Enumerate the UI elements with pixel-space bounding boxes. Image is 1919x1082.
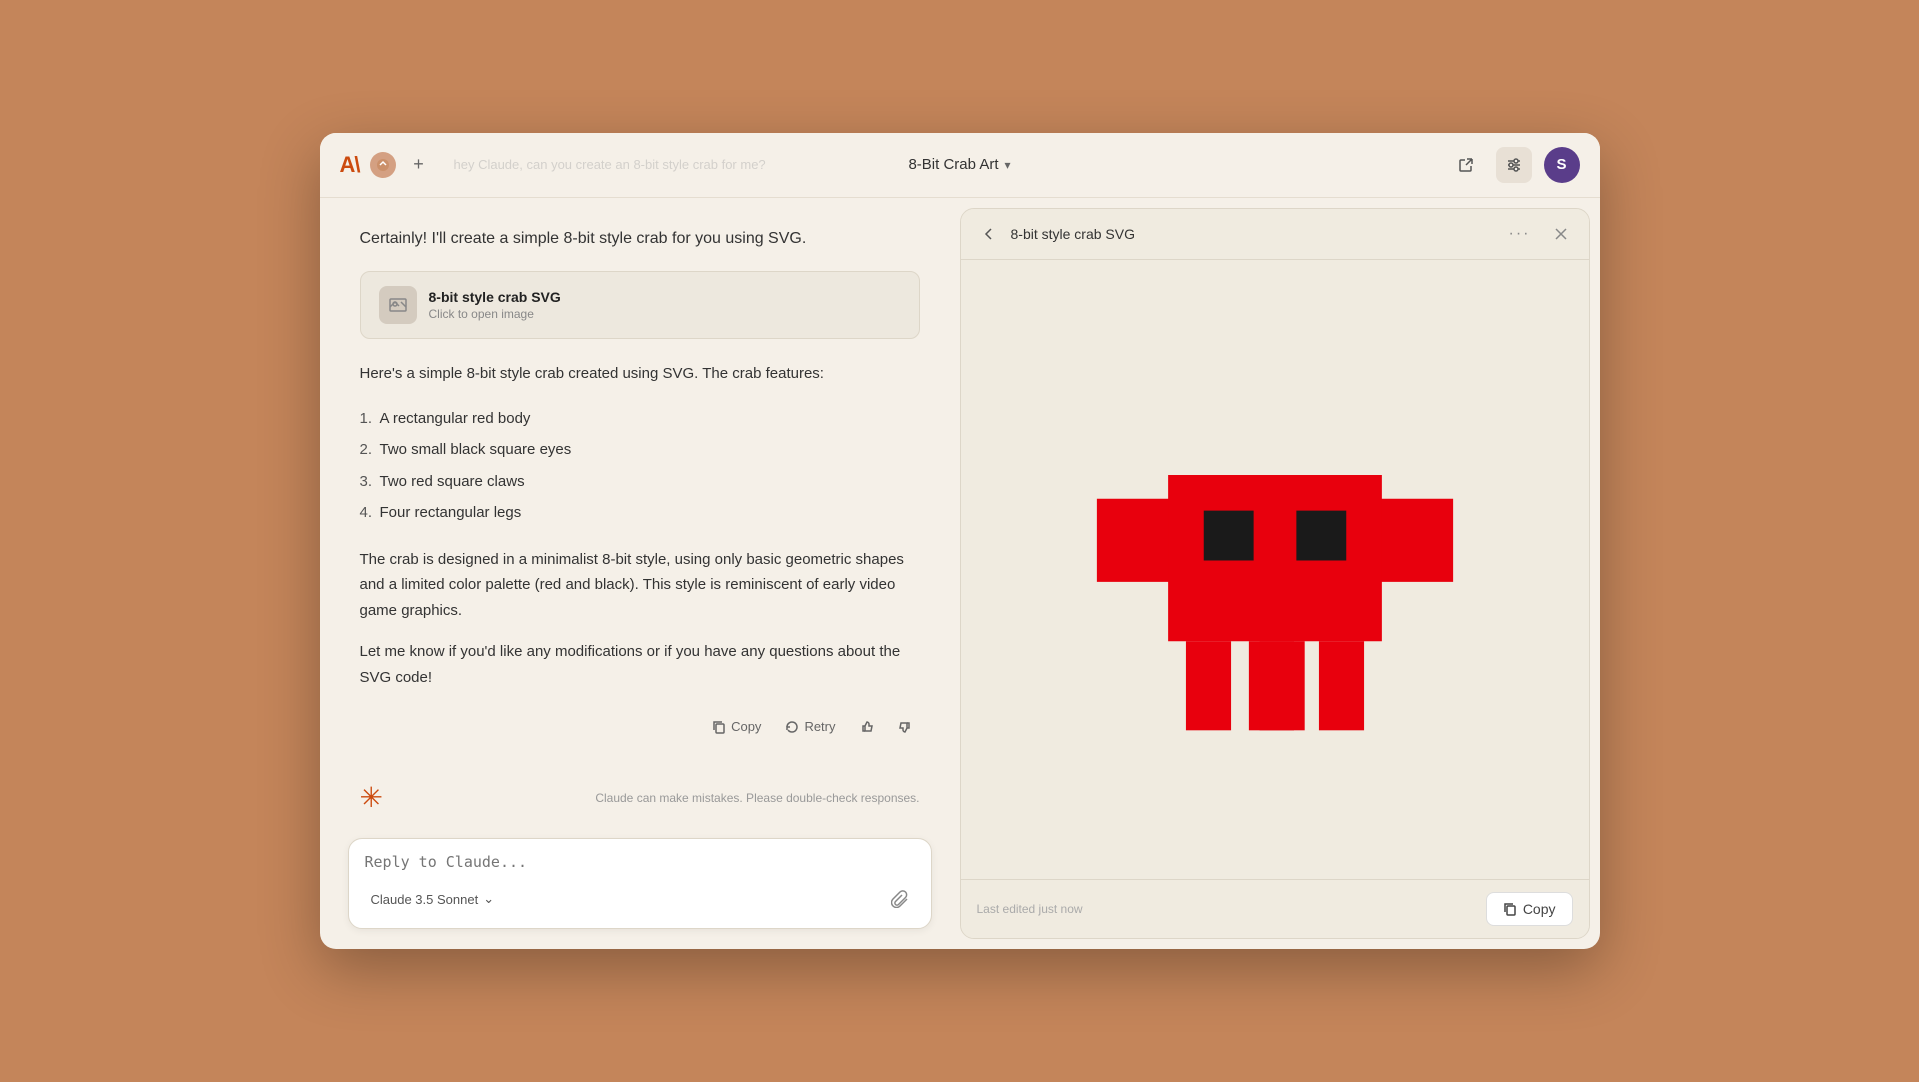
list-item: Two small black square eyes	[360, 434, 920, 466]
thumbs-down-icon	[898, 720, 912, 734]
preview-copy-icon	[1503, 902, 1517, 916]
message-paragraph-1: The crab is designed in a minimalist 8-b…	[360, 547, 920, 624]
preview-title: 8-bit style crab SVG	[1011, 226, 1491, 242]
input-area: Claude 3.5 Sonnet ⌄	[320, 828, 960, 949]
crab-svg	[1065, 380, 1485, 760]
attach-button[interactable]	[885, 884, 915, 914]
input-bottom: Claude 3.5 Sonnet ⌄	[365, 884, 915, 914]
copy-button[interactable]: Copy	[704, 714, 769, 739]
close-icon	[1553, 226, 1569, 242]
message-description: Here's a simple 8-bit style crab created…	[360, 361, 920, 387]
model-selector-button[interactable]: Claude 3.5 Sonnet ⌄	[365, 887, 501, 911]
more-dots-icon: ···	[1509, 225, 1531, 242]
main-content: Certainly! I'll create a simple 8-bit st…	[320, 198, 1600, 950]
preview-content	[961, 260, 1589, 880]
message-intro: Certainly! I'll create a simple 8-bit st…	[360, 226, 920, 252]
preview-close-button[interactable]	[1549, 222, 1573, 246]
user-avatar[interactable]: S	[1544, 147, 1580, 183]
header-right: S	[1023, 147, 1580, 183]
message-paragraph-2: Let me know if you'd like any modificati…	[360, 639, 920, 690]
preview-more-button[interactable]: ···	[1501, 221, 1539, 247]
preview-header: 8-bit style crab SVG ···	[961, 209, 1589, 260]
retry-button[interactable]: Retry	[777, 714, 843, 739]
back-arrow-icon	[981, 226, 997, 242]
anthropic-logo: A\	[340, 152, 360, 178]
claude-logo-mark: ✳	[360, 781, 383, 814]
settings-button[interactable]	[1496, 147, 1532, 183]
thumbs-down-button[interactable]	[890, 715, 920, 739]
header: A\ + hey Claude, can you create an 8-bit…	[320, 133, 1600, 198]
chat-panel: Certainly! I'll create a simple 8-bit st…	[320, 198, 960, 950]
features-list: A rectangular red body Two small black s…	[360, 403, 920, 529]
artifact-info: 8-bit style crab SVG Click to open image	[429, 289, 561, 321]
title-chevron-icon: ▾	[1005, 158, 1011, 172]
preview-panel: 8-bit style crab SVG ···	[960, 208, 1590, 940]
list-item: A rectangular red body	[360, 403, 920, 435]
artifact-title: 8-bit style crab SVG	[429, 289, 561, 305]
disclaimer-text: Claude can make mistakes. Please double-…	[595, 791, 919, 805]
last-edited-text: Last edited just now	[977, 902, 1083, 916]
header-search-text: hey Claude, can you create an 8-bit styl…	[442, 151, 822, 178]
attach-icon	[891, 890, 909, 908]
preview-copy-button[interactable]: Copy	[1486, 892, 1573, 926]
retry-icon	[785, 720, 799, 734]
preview-back-button[interactable]	[977, 222, 1001, 246]
share-button[interactable]	[1448, 147, 1484, 183]
copy-icon	[712, 720, 726, 734]
list-item: Four rectangular legs	[360, 497, 920, 529]
input-box: Claude 3.5 Sonnet ⌄	[348, 838, 932, 929]
new-chat-button[interactable]: +	[406, 152, 432, 178]
header-center[interactable]: 8-Bit Crab Art ▾	[908, 156, 1010, 173]
artifact-card[interactable]: 8-bit style crab SVG Click to open image	[360, 271, 920, 339]
header-left: A\ + hey Claude, can you create an 8-bit…	[340, 151, 897, 178]
preview-footer: Last edited just now Copy	[961, 879, 1589, 938]
artifact-icon	[379, 286, 417, 324]
artifact-subtitle: Click to open image	[429, 307, 561, 321]
crab-container	[981, 280, 1569, 860]
thumbs-up-icon	[860, 720, 874, 734]
claude-footer-area: ✳ Claude can make mistakes. Please doubl…	[320, 771, 960, 828]
claude-avatar-small	[370, 152, 396, 178]
reply-input[interactable]	[365, 853, 915, 871]
list-item: Two red square claws	[360, 466, 920, 498]
conversation-title: 8-Bit Crab Art	[908, 156, 998, 173]
chat-messages: Certainly! I'll create a simple 8-bit st…	[320, 198, 960, 772]
message-actions: Copy Retry	[360, 706, 920, 755]
app-window: A\ + hey Claude, can you create an 8-bit…	[320, 133, 1600, 950]
thumbs-up-button[interactable]	[852, 715, 882, 739]
